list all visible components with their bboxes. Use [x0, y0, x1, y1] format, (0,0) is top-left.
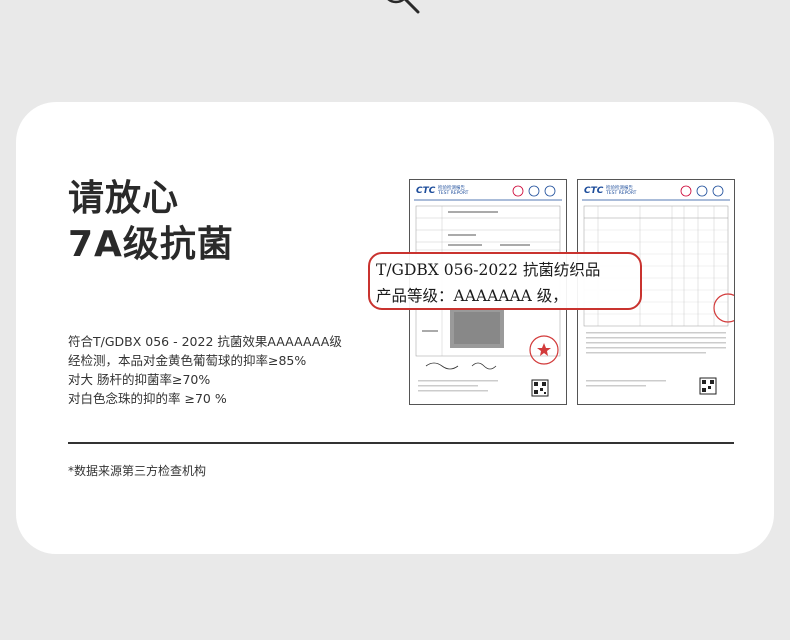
description-line-2: 经检测，本品对金黄色葡萄球的抑率≥85% — [68, 353, 307, 368]
page-title: 请放心 7A级抗菌 — [68, 176, 234, 268]
callout-bubble: T/GDBX 056-2022 抗菌纺织品 产品等级：AAAAAAA 级， — [368, 252, 642, 310]
magnifier-icon — [387, 0, 420, 14]
title-line-1: 请放心 — [68, 178, 180, 219]
description-line-1: 符合T/GDBX 056 - 2022 抗菌效果AAAAAAA级 — [68, 334, 342, 349]
qr-code-icon — [699, 377, 717, 395]
footnote: *数据来源第三方检查机构 — [68, 464, 207, 478]
title-line-2: 7A级抗菌 — [68, 224, 234, 265]
callout-line-2: 产品等级：AAAAAAA 级， — [376, 287, 568, 305]
qr-code-icon — [531, 379, 549, 397]
description-line-3: 对大 肠杆的抑菌率≥70% — [68, 372, 211, 387]
description-line-4: 对白色念珠的抑的率 ≥70 % — [68, 391, 227, 406]
description: 符合T/GDBX 056 - 2022 抗菌效果AAAAAAA级 经检测，本品对… — [68, 332, 342, 408]
stamp-icon — [713, 293, 734, 323]
callout-line-1: T/GDBX 056-2022 抗菌纺织品 — [376, 261, 601, 279]
divider — [68, 442, 734, 444]
